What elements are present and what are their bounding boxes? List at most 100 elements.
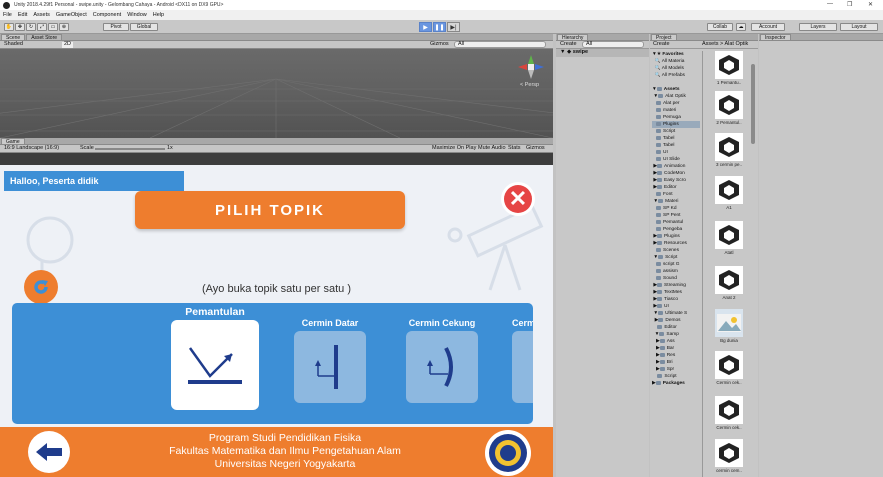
tree-item[interactable]: ▼ Ultimate S <box>652 310 700 317</box>
tree-item[interactable]: ▶ Packages <box>652 380 700 387</box>
menu-help[interactable]: Help <box>153 12 164 18</box>
scene-orientation-gizmo[interactable] <box>516 53 546 81</box>
tree-item[interactable]: Pemantul <box>652 219 700 226</box>
game-gizmos-dropdown[interactable]: Gizmos <box>526 145 545 152</box>
tree-item[interactable]: ▼ Alat Optik <box>652 93 700 100</box>
tree-item[interactable]: ▶ Demos <box>652 317 700 324</box>
asset-item[interactable]: A1 <box>704 176 754 210</box>
tree-item[interactable]: Editor <box>652 324 700 331</box>
topic-card-partial[interactable]: Cerm <box>512 318 533 403</box>
tree-item[interactable]: ▶ Resources <box>652 240 700 247</box>
tab-hierarchy[interactable]: Hierarchy <box>557 34 589 41</box>
step-button[interactable]: ▶| <box>447 22 460 32</box>
tree-item[interactable]: Tabel <box>652 135 700 142</box>
tree-item[interactable]: ▶ CodeMon <box>652 170 700 177</box>
tree-item[interactable]: materi <box>652 107 700 114</box>
shading-dropdown[interactable]: Shaded <box>4 41 23 48</box>
asset-item[interactable]: 2 Pemantul.. <box>704 91 754 125</box>
menu-file[interactable]: File <box>3 12 12 18</box>
menu-window[interactable]: Window <box>127 12 147 18</box>
rotate-tool-button[interactable]: ↻ <box>26 23 36 31</box>
tree-item[interactable]: ▶ Tiasco <box>652 296 700 303</box>
asset-item[interactable]: Anat 2 <box>704 266 754 300</box>
tree-item[interactable]: SP Pent <box>652 212 700 219</box>
global-toggle[interactable]: Global <box>130 23 158 31</box>
tree-item[interactable]: ▼ Script <box>652 254 700 261</box>
hand-tool-button[interactable]: ✋ <box>4 23 14 31</box>
topic-card-cermin-cekung[interactable]: Cermin Cekung <box>402 318 482 403</box>
tree-item[interactable]: Sound <box>652 275 700 282</box>
maximize-on-play-toggle[interactable]: Maximize On Play <box>432 145 476 152</box>
topic-card-pemantulan[interactable]: Pemantulan <box>170 306 260 410</box>
asset-item[interactable]: Cermin cek.. <box>704 351 754 385</box>
tree-item[interactable]: assism <box>652 268 700 275</box>
tree-item[interactable]: Script <box>652 373 700 380</box>
close-app-button[interactable]: ✕ <box>501 182 535 216</box>
hierarchy-search-input[interactable]: All <box>582 41 644 48</box>
tree-item[interactable]: Plugins <box>652 121 700 128</box>
asset-item[interactable]: Cermin cek.. <box>704 396 754 430</box>
tree-item[interactable]: ▶ Ass <box>652 338 700 345</box>
rect-tool-button[interactable]: ▭ <box>48 23 58 31</box>
account-dropdown[interactable]: Account <box>751 23 785 31</box>
tab-inspector[interactable]: Inspector <box>760 34 791 41</box>
close-window-icon[interactable]: ✕ <box>868 1 873 8</box>
maximize-icon[interactable]: ❐ <box>847 1 852 8</box>
collab-button[interactable]: Collab <box>707 23 733 31</box>
tree-item[interactable]: ▼ Samp <box>652 331 700 338</box>
play-button[interactable]: ▶ <box>419 22 432 32</box>
tree-item[interactable]: ▶ Plugins <box>652 233 700 240</box>
asset-item[interactable]: cermin cem.. <box>704 439 754 473</box>
hierarchy-scene-row[interactable]: ▼ ◆ swipe <box>556 49 649 57</box>
tab-scene[interactable]: Scene <box>1 34 26 41</box>
scale-tool-button[interactable]: ⤢ <box>37 23 47 31</box>
menu-gameobject[interactable]: GameObject <box>56 12 87 18</box>
tree-item[interactable]: Alat per <box>652 100 700 107</box>
transform-tool-button[interactable]: ⊕ <box>59 23 69 31</box>
tree-item[interactable]: 🔍 All Materia <box>652 58 700 65</box>
topic-carousel[interactable]: Pemantulan Cermin Datar Cermin Cekung Ce… <box>12 303 533 424</box>
tree-item[interactable]: UI Slide <box>652 156 700 163</box>
tree-item[interactable]: ▶ Editor <box>652 184 700 191</box>
tab-game[interactable]: Game <box>1 138 25 145</box>
tree-item[interactable]: ▶ Spr <box>652 366 700 373</box>
tree-item[interactable]: 🔍 All Prefabs <box>652 72 700 79</box>
tree-item[interactable]: Pemuga <box>652 114 700 121</box>
tab-project[interactable]: Project <box>651 34 677 41</box>
layers-dropdown[interactable]: Layers <box>799 23 837 31</box>
tree-item[interactable]: ▶ TextMes <box>652 289 700 296</box>
minimize-icon[interactable]: — <box>827 1 833 7</box>
stats-toggle[interactable]: Stats <box>508 145 521 152</box>
move-tool-button[interactable]: ✥ <box>15 23 25 31</box>
tree-item[interactable]: ▶ Easy Scro <box>652 177 700 184</box>
mute-audio-toggle[interactable]: Mute Audio <box>478 145 506 152</box>
tree-item[interactable]: ▶ UI <box>652 303 700 310</box>
resolution-dropdown[interactable]: 16:9 Landscape (16:9) <box>4 145 59 152</box>
tree-item[interactable]: ▼★ Favorites <box>652 51 700 58</box>
tree-item[interactable]: ▶ Res <box>652 352 700 359</box>
tree-item[interactable]: ▼ Assets <box>652 86 700 93</box>
gizmos-dropdown[interactable]: Gizmos <box>430 41 449 48</box>
scene-search-input[interactable]: All <box>454 41 546 48</box>
pause-button[interactable]: ❚❚ <box>433 22 446 32</box>
tree-item[interactable]: Tabel <box>652 142 700 149</box>
asset-item[interactable]: 1 Pemantu.. <box>704 51 754 85</box>
tree-item[interactable]: Font <box>652 191 700 198</box>
tree-item[interactable]: ▶ Animation <box>652 163 700 170</box>
scene-viewport[interactable]: < Persp <box>0 49 553 138</box>
scale-slider[interactable] <box>95 148 165 150</box>
tree-item[interactable]: ▶ Streaming <box>652 282 700 289</box>
asset-item[interactable]: Bg dunia <box>704 309 754 343</box>
pivot-toggle[interactable]: Pivot <box>103 23 129 31</box>
back-button[interactable] <box>28 431 70 473</box>
asset-item[interactable]: 3 cermin pe.. <box>704 133 754 167</box>
menu-assets[interactable]: Assets <box>33 12 50 18</box>
tree-item[interactable]: 🔍 All Models <box>652 65 700 72</box>
project-scrollbar[interactable] <box>751 64 755 144</box>
menu-component[interactable]: Component <box>93 12 121 18</box>
project-create-dropdown[interactable]: Create <box>653 41 670 48</box>
2d-toggle[interactable]: 2D <box>62 41 74 48</box>
hierarchy-create-dropdown[interactable]: Create <box>560 41 577 48</box>
tree-item[interactable]: script G <box>652 261 700 268</box>
tree-item[interactable]: ▶ Bri <box>652 359 700 366</box>
